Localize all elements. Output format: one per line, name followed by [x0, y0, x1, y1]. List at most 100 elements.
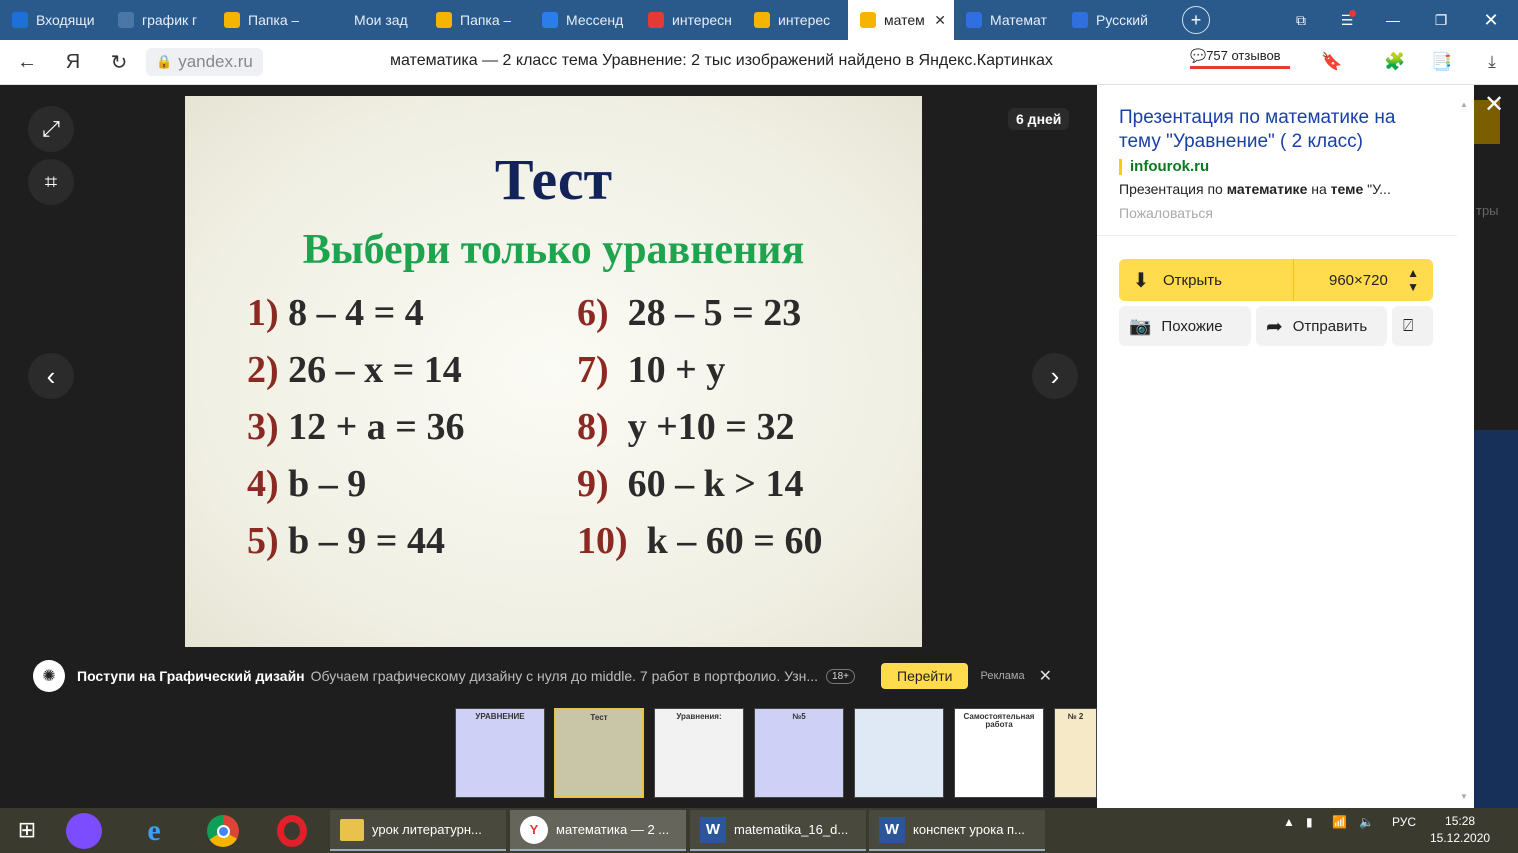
equation-number: 2): [247, 349, 279, 391]
thumbnail[interactable]: [854, 708, 944, 798]
extension-icon[interactable]: 🧩: [1383, 50, 1407, 74]
ad-title[interactable]: Поступи на Графический дизайн: [77, 668, 305, 684]
network-icon[interactable]: 📶: [1332, 815, 1347, 829]
thumbnail[interactable]: УРАВНЕНИЕ: [455, 708, 545, 798]
taskbar-window[interactable]: Wmatematika_16_d...: [690, 810, 866, 851]
thumbnail-title: Самостоятельная работа: [963, 712, 1035, 729]
browser-tab[interactable]: Входящи: [0, 0, 106, 40]
lock-icon: 🔒: [156, 54, 173, 69]
ad-go-button[interactable]: Перейти: [881, 663, 969, 689]
minimize-button[interactable]: —: [1370, 0, 1416, 40]
tab-title: Папка –: [248, 12, 300, 28]
opera-icon[interactable]: [272, 811, 312, 851]
close-viewer-icon[interactable]: ✕: [1484, 90, 1504, 119]
bookmark-icon[interactable]: 🔖: [1320, 50, 1344, 74]
equation-number: 6): [577, 292, 609, 334]
browser-tab[interactable]: интерес: [742, 0, 848, 40]
url-field[interactable]: 🔒 yandex.ru: [146, 48, 263, 76]
bookmark-icon: [966, 12, 982, 28]
tray-expand-icon[interactable]: ▲: [1283, 815, 1295, 829]
thumbnail[interactable]: Самостоятельная работа: [954, 708, 1044, 798]
complain-link[interactable]: Пожаловаться: [1119, 205, 1213, 221]
equation-number: 3): [247, 406, 279, 448]
similar-button[interactable]: 📷 Похожие: [1119, 306, 1251, 346]
ad-text[interactable]: Обучаем графическому дизайну с нуля до m…: [311, 668, 818, 684]
browser-tab[interactable]: Папка –: [212, 0, 318, 40]
thumbnail[interactable]: №5: [754, 708, 844, 798]
browser-tab[interactable]: Папка –: [424, 0, 530, 40]
thumbnail-title: №5: [792, 712, 806, 721]
reload-button[interactable]: ↻: [96, 40, 142, 85]
close-tab-icon[interactable]: ✕: [934, 12, 946, 29]
back-button[interactable]: ←: [4, 40, 50, 85]
downloads-icon[interactable]: ⤓: [1480, 50, 1504, 74]
open-button[interactable]: ⬇ Открыть 960×720 ▲ ▼: [1119, 259, 1433, 301]
browser-tab[interactable]: Русский: [1060, 0, 1166, 40]
browser-tab[interactable]: Мои зад: [318, 0, 424, 40]
taskbar-window[interactable]: урок литературн...: [330, 810, 506, 851]
yandex-home-button[interactable]: Я: [50, 40, 96, 85]
scroll-down-icon[interactable]: ▼: [1460, 792, 1468, 801]
equation-number: 8): [577, 406, 609, 448]
crop-icon[interactable]: ⌗: [28, 159, 74, 205]
equation-number: 9): [577, 463, 609, 505]
source-title-link[interactable]: Презентация по математике на тему "Уравн…: [1119, 106, 1439, 154]
windows-start-icon[interactable]: ⊞: [10, 810, 44, 850]
source-domain[interactable]: infourok.ru: [1119, 158, 1209, 175]
rating-bar: [1190, 66, 1290, 69]
open-separator: [1293, 259, 1294, 301]
tab-title: график г: [142, 12, 198, 28]
close-window-button[interactable]: ✕: [1468, 0, 1514, 40]
battery-icon[interactable]: ▮: [1306, 815, 1313, 829]
tab-title: Папка –: [460, 12, 512, 28]
equation-item: 6) 28 – 5 = 23: [577, 291, 801, 335]
collections-icon[interactable]: 📑: [1430, 50, 1454, 74]
language-indicator[interactable]: РУС: [1392, 815, 1416, 829]
domain-marker: [1119, 158, 1122, 175]
taskbar-window[interactable]: Wконспект урока п...: [869, 810, 1045, 851]
taskbar-window[interactable]: Yматематика — 2 ...: [510, 810, 686, 851]
send-button[interactable]: ➦ Отправить: [1256, 306, 1387, 346]
equation-item: 2) 26 – x = 14: [247, 348, 462, 392]
browser-tab[interactable]: Мессенд: [530, 0, 636, 40]
size-select[interactable]: 960×720: [1329, 272, 1388, 289]
panel-scrollbar[interactable]: [1457, 96, 1474, 808]
camera-icon: 📷: [1129, 315, 1152, 336]
thumbnail-title: Уравнения:: [676, 712, 722, 721]
ad-close-icon[interactable]: ✕: [1039, 666, 1052, 686]
thumbnail-title: Тест: [590, 713, 608, 722]
volume-icon[interactable]: 🔈: [1359, 815, 1374, 829]
equation-expression: 10 + y: [627, 349, 726, 391]
maximize-button[interactable]: ❐: [1418, 0, 1464, 40]
browser-tab[interactable]: Математ: [954, 0, 1060, 40]
taskbar-window-label: конспект урока п...: [913, 822, 1025, 837]
ie-icon[interactable]: e: [134, 811, 174, 851]
new-tab-button[interactable]: +: [1182, 6, 1210, 34]
browser-tab[interactable]: график г: [106, 0, 212, 40]
equation-item: 5) b – 9 = 44: [247, 519, 445, 563]
thumbnail[interactable]: № 2: [1054, 708, 1097, 798]
restore-tabs-icon[interactable]: ⧉: [1278, 0, 1324, 40]
prev-image-button[interactable]: ‹: [28, 353, 74, 399]
share-arrow-icon: ➦: [1266, 315, 1283, 338]
thumbnail[interactable]: Уравнения:: [654, 708, 744, 798]
equation-expression: b – 9 = 44: [288, 520, 445, 562]
clock-time: 15:28: [1445, 814, 1476, 828]
collection-button[interactable]: ⍁: [1392, 306, 1433, 346]
browser-tab[interactable]: матем ✕: [848, 0, 954, 40]
next-image-button[interactable]: ›: [1032, 353, 1078, 399]
alice-icon[interactable]: [64, 811, 104, 851]
menu-icon[interactable]: ☰: [1324, 0, 1370, 40]
clock[interactable]: 15:28 15.12.2020: [1430, 813, 1490, 847]
address-bar: ← Я ↻ 🔒 yandex.ru математика — 2 класс т…: [0, 40, 1518, 85]
slide-image[interactable]: Тест Выбери только уравнения 1) 8 – 4 = …: [185, 96, 922, 647]
reviews-badge[interactable]: 💬757 отзывов: [1190, 48, 1290, 69]
chrome-icon[interactable]: [203, 811, 243, 851]
fullscreen-icon[interactable]: ⤢: [28, 106, 74, 152]
thumbnail[interactable]: Тест: [554, 708, 644, 798]
url-text: yandex.ru: [178, 52, 253, 71]
divider: [1097, 235, 1457, 236]
size-arrows-icon[interactable]: ▲ ▼: [1407, 266, 1419, 294]
scroll-up-icon[interactable]: ▲: [1460, 100, 1468, 109]
browser-tab[interactable]: интересн: [636, 0, 742, 40]
